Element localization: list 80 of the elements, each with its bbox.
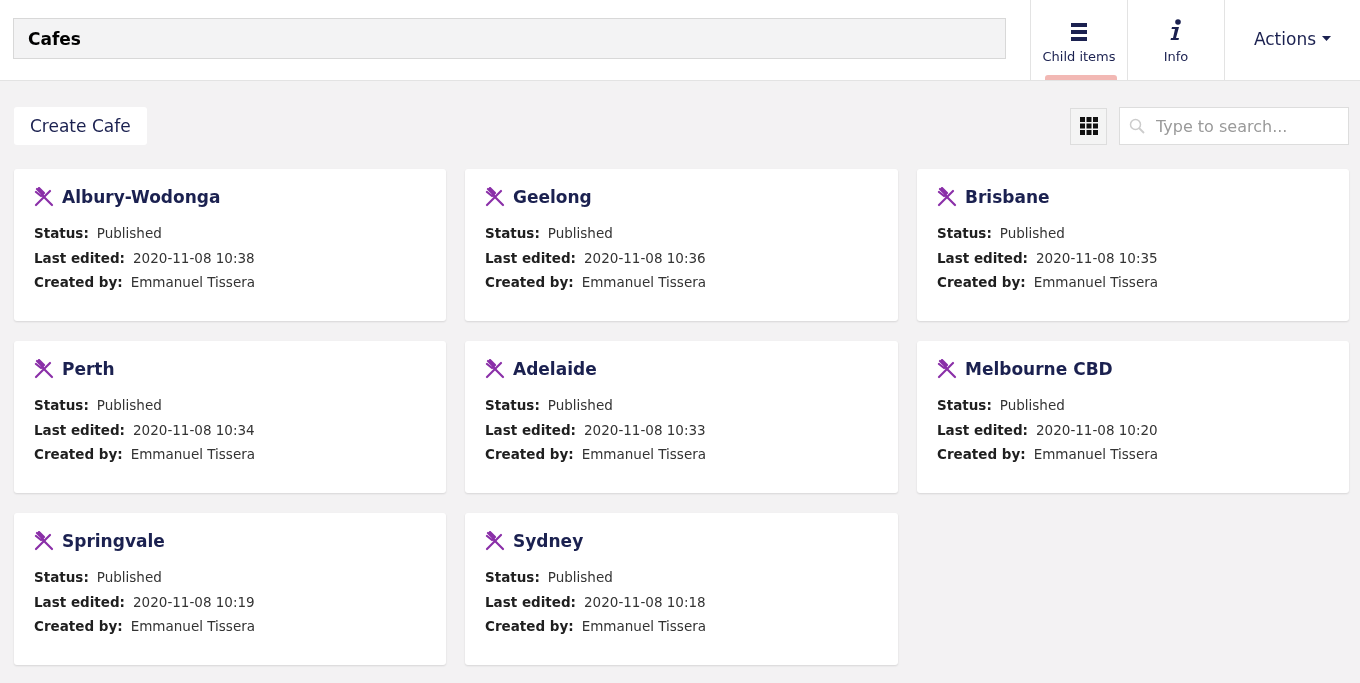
list-icon xyxy=(1071,23,1087,41)
field-value: Emmanuel Tissera xyxy=(130,618,255,634)
field-value: Published xyxy=(547,397,613,413)
card-title[interactable]: Geelong xyxy=(513,187,592,207)
utensils-icon xyxy=(485,359,505,379)
cafe-card[interactable]: Adelaide Status: Published Last edited: 2020-11-08 10:33 Created by: Emmanuel Tissera xyxy=(465,341,898,493)
field-label: Last edited: xyxy=(34,593,126,610)
field-label: Created by: xyxy=(937,274,1026,290)
field-label: Last edited: xyxy=(34,421,126,438)
field-value: 2020-11-08 10:34 xyxy=(133,421,255,438)
card-title[interactable]: Adelaide xyxy=(513,359,597,379)
field-label: Status: xyxy=(485,569,540,585)
card-title[interactable]: Albury-Wodonga xyxy=(62,187,221,207)
field-value: Emmanuel Tissera xyxy=(1033,274,1158,290)
field-label: Created by: xyxy=(34,274,123,290)
field-value: Published xyxy=(96,569,162,585)
field-label: Status: xyxy=(937,397,992,413)
field-value: Emmanuel Tissera xyxy=(130,274,255,290)
field-label: Created by: xyxy=(485,274,574,290)
field-label: Last edited: xyxy=(485,249,577,266)
field-value: Emmanuel Tissera xyxy=(581,618,706,634)
field-label: Status: xyxy=(937,225,992,241)
cafe-card[interactable]: Perth Status: Published Last edited: 2020-11-08 10:34 Created by: Emmanuel Tissera xyxy=(14,341,446,493)
field-value: Published xyxy=(547,225,613,241)
cafe-card[interactable]: Geelong Status: Published Last edited: 2020-11-08 10:36 Created by: Emmanuel Tissera xyxy=(465,169,898,321)
grid-view-button[interactable] xyxy=(1070,107,1107,145)
card-title[interactable]: Sydney xyxy=(513,531,584,551)
utensils-icon xyxy=(485,531,505,551)
cafe-card[interactable]: Sydney Status: Published Last edited: 2020-11-08 10:18 Created by: Emmanuel Tissera xyxy=(465,513,898,665)
field-label: Last edited: xyxy=(34,249,126,266)
field-value: 2020-11-08 10:35 xyxy=(1036,249,1158,266)
utensils-icon xyxy=(937,187,957,207)
field-value: 2020-11-08 10:18 xyxy=(584,593,706,610)
field-label: Created by: xyxy=(485,446,574,462)
field-value: Published xyxy=(999,225,1065,241)
field-label: Last edited: xyxy=(485,593,577,610)
field-label: Last edited: xyxy=(485,421,577,438)
utensils-icon xyxy=(34,531,54,551)
cafe-card[interactable]: Brisbane Status: Published Last edited: 2020-11-08 10:35 Created by: Emmanuel Tissera xyxy=(917,169,1349,321)
field-value: 2020-11-08 10:19 xyxy=(133,593,255,610)
field-label: Status: xyxy=(34,225,89,241)
field-value: Published xyxy=(547,569,613,585)
utensils-icon xyxy=(34,187,54,207)
field-label: Status: xyxy=(485,225,540,241)
field-label: Created by: xyxy=(485,618,574,634)
field-value: Emmanuel Tissera xyxy=(581,446,706,462)
card-title[interactable]: Melbourne CBD xyxy=(965,359,1113,379)
utensils-icon xyxy=(34,359,54,379)
grid-icon xyxy=(1079,117,1098,135)
field-value: Published xyxy=(96,225,162,241)
card-title[interactable]: Brisbane xyxy=(965,187,1050,207)
field-value: Emmanuel Tissera xyxy=(1033,446,1158,462)
info-icon xyxy=(1170,19,1182,41)
card-title[interactable]: Springvale xyxy=(62,531,165,551)
card-title[interactable]: Perth xyxy=(62,359,115,379)
utensils-icon xyxy=(937,359,957,379)
field-value: 2020-11-08 10:33 xyxy=(584,421,706,438)
field-value: 2020-11-08 10:38 xyxy=(133,249,255,266)
field-label: Status: xyxy=(485,397,540,413)
caret-icon xyxy=(1322,36,1332,41)
field-value: 2020-11-08 10:36 xyxy=(584,249,706,266)
field-label: Last edited: xyxy=(937,249,1029,266)
field-label: Created by: xyxy=(34,618,123,634)
field-value: Emmanuel Tissera xyxy=(581,274,706,290)
field-label: Status: xyxy=(34,569,89,585)
field-value: Published xyxy=(999,397,1065,413)
create-button[interactable]: Create Cafe xyxy=(14,107,147,145)
search-field[interactable]: Type to search... xyxy=(1119,107,1349,145)
utensils-icon xyxy=(485,187,505,207)
field-label: Created by: xyxy=(34,446,123,462)
field-value: Published xyxy=(96,397,162,413)
field-value: Emmanuel Tissera xyxy=(130,446,255,462)
field-label: Last edited: xyxy=(937,421,1029,438)
cafe-card[interactable]: Albury-Wodonga Status: Published Last edited: 2020-11-08 10:38 Created by: Emmanuel Tissera xyxy=(14,169,446,321)
name-field[interactable]: Cafes xyxy=(13,18,1006,59)
field-value: 2020-11-08 10:20 xyxy=(1036,421,1158,438)
field-label: Status: xyxy=(34,397,89,413)
cafe-card[interactable]: Springvale Status: Published Last edited: 2020-11-08 10:19 Created by: Emmanuel Tissera xyxy=(14,513,446,665)
cafe-card[interactable]: Melbourne CBD Status: Published Last edited: 2020-11-08 10:20 Created by: Emmanuel Tissera xyxy=(917,341,1349,493)
field-label: Created by: xyxy=(937,446,1026,462)
